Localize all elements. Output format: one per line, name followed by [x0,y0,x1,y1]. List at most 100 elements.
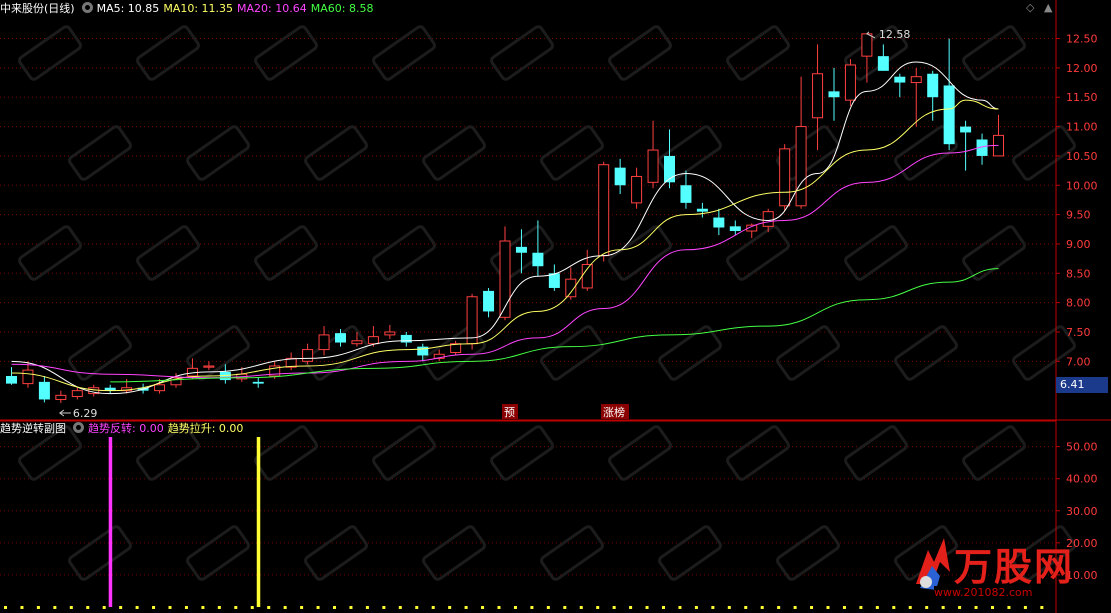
candle-body [302,349,314,362]
ma10-value: MA10: 11.35 [163,2,234,15]
sub-indicator-panel [4,437,1044,609]
baseline-dot [415,606,419,609]
y-tick-label: 10.50 [1066,150,1098,163]
candle-body [532,252,544,267]
y-tick-label: 8.00 [1066,297,1091,310]
high-label: 12.58 [879,28,911,41]
baseline-dot [859,606,863,609]
baseline-dot [20,606,24,609]
baseline-dot [234,606,238,609]
baseline-dot [431,606,435,609]
watermark-mark [608,25,672,81]
y-tick-label: 12.00 [1066,62,1098,75]
baseline-dot [4,606,7,609]
y-tick-label: 12.50 [1066,33,1098,46]
marker-yu: 预 [504,406,515,419]
candle-body [22,369,34,385]
baseline-dot [645,606,649,609]
candle-body [384,331,396,336]
candle-body [828,91,840,98]
candle-body [861,33,873,57]
candle-body [499,240,511,318]
candle-body [960,126,972,133]
sub-y-tick-label: 30.00 [1066,505,1098,518]
candle-body [927,73,939,98]
baseline-dot [69,606,73,609]
baseline-dot [382,606,386,609]
watermark-mark [894,325,958,381]
watermark-mark [776,525,840,581]
baseline-dot [102,606,106,609]
candle-body [647,149,659,183]
watermark-mark [844,225,908,281]
candle-body [614,167,626,186]
sub-header: 趋势逆转副图 趋势反转: 0.00 趋势拉升: 0.00 [0,421,1055,437]
watermark-mark [254,25,318,81]
baseline-dot [217,606,221,609]
baseline-dot [826,606,830,609]
main-header: 中来股份(日线) MA5: 10.85 MA10: 11.35 MA20: 10.64… [0,0,1055,18]
candle-body [351,340,363,345]
settings-icon[interactable] [81,2,93,13]
candle-body [335,333,346,343]
y-tick-label: 11.50 [1066,91,1098,104]
candle-body [515,246,527,253]
baseline-dot [694,606,698,609]
baseline-dot [152,606,156,609]
baseline-dot [875,606,879,609]
baseline-dot [398,606,402,609]
candle-body [55,394,67,400]
baseline-dot [267,606,271,609]
watermark-mark [68,125,132,181]
candle-body [762,211,774,227]
baseline-dot [777,606,781,609]
y-tick-label: 10.00 [1066,179,1098,192]
sub-settings-icon[interactable] [73,422,84,433]
baseline-dot [250,606,254,609]
sub-indicator-title[interactable]: 趋势逆转副图 [0,422,66,435]
candle-body [466,296,478,345]
baseline-dot [760,606,764,609]
grid-lines [0,38,1056,576]
y-tick-label: 9.00 [1066,238,1091,251]
candle-body [581,263,593,289]
baseline-dot [793,606,797,609]
watermark-mark [962,225,1026,281]
baseline-dot [333,606,336,609]
watermark-mark [776,325,840,381]
watermark-mark [372,25,436,81]
watermark-mark [540,125,604,181]
watermark-mark [726,25,790,81]
baseline-dot [300,606,304,609]
watermark-mark [136,25,200,81]
baseline-dot [283,606,287,609]
baseline-dot [563,606,567,609]
candle-body [729,226,741,232]
sub-y-tick-label: 40.00 [1066,473,1098,486]
baseline-dot [579,606,583,609]
baseline-dot [481,606,485,609]
watermark-mark [658,325,722,381]
baseline-dot [349,606,353,609]
baseline-dot [497,606,501,609]
rise-signal-bar [256,437,261,607]
watermark-mark [186,525,250,581]
baseline-dot [184,606,188,609]
watermark-mark [186,125,250,181]
candle-body [318,334,330,351]
collapse-up-icon[interactable]: ▲ [1044,2,1052,14]
candle-body [812,73,824,119]
logo-text: 万股网 [954,545,1075,589]
diamond-icon[interactable]: ◇ [1026,2,1034,14]
baseline-dot [744,606,748,609]
candle-body [367,336,379,345]
baseline-dot [596,606,600,609]
candle-body [400,334,412,343]
stock-chart[interactable]: 7.00 7.50 8.00 8.50 9.00 9.50 10.00 10.50 11.00 1… [0,0,1111,613]
candle-body [71,390,83,398]
stock-title[interactable]: 中来股份(日线) [0,2,75,15]
baseline-dot [810,606,814,609]
candle-body [203,365,215,368]
baseline-dot [546,606,550,609]
baseline-dot [168,606,172,609]
